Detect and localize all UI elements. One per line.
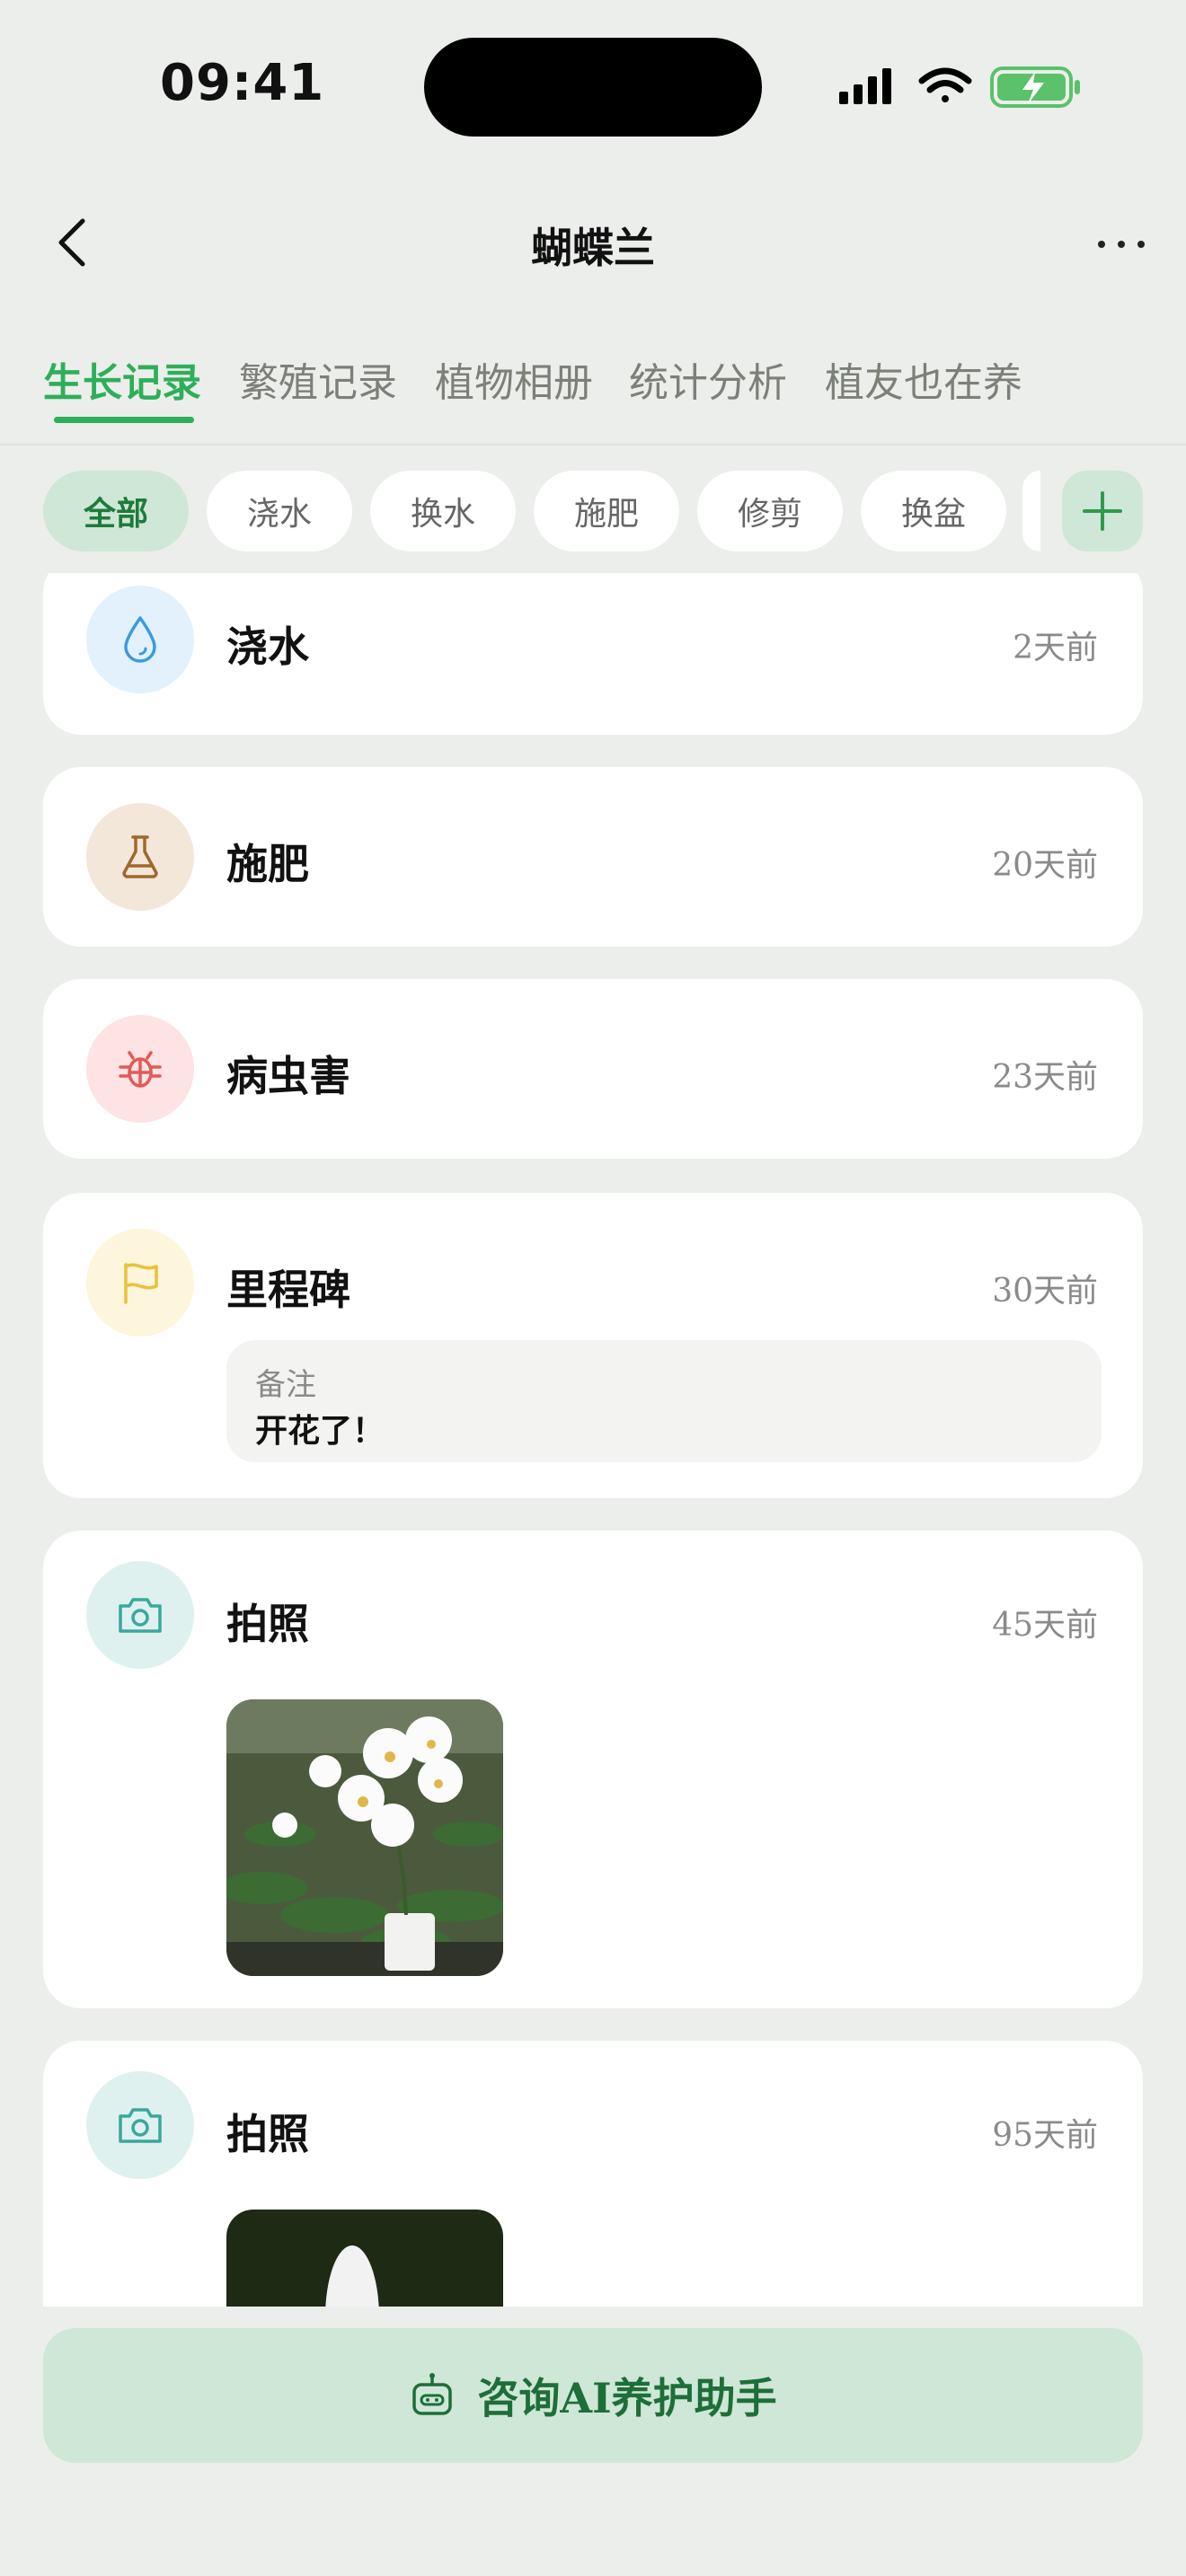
add-record-button[interactable] [1062, 471, 1143, 551]
robot-icon [412, 2373, 453, 2415]
more-dots-icon [1098, 241, 1145, 248]
filter-chip-pruning[interactable]: 修剪 [697, 471, 843, 551]
record-time: 20天前 [992, 847, 1098, 884]
tab-divider [0, 444, 1186, 446]
filter-chip-watering[interactable]: 浇水 [207, 471, 352, 551]
record-time: 30天前 [992, 1273, 1098, 1310]
tab-propagation-records[interactable]: 繁殖记录 [239, 350, 397, 408]
battery-icon [990, 66, 1080, 108]
orchid-photo[interactable] [226, 1699, 503, 1976]
signal-icon [839, 68, 891, 104]
wifi-icon [918, 67, 972, 102]
camera-icon [86, 2071, 194, 2179]
tab-growth-records[interactable]: 生长记录 [43, 350, 201, 408]
record-card-fertilizing[interactable]: 施肥 20天前 [43, 767, 1143, 947]
record-time: 45天前 [992, 1607, 1098, 1644]
record-type: 拍照 [226, 2110, 309, 2158]
status-icons [839, 63, 1082, 110]
tab-plant-album[interactable]: 植物相册 [435, 350, 593, 408]
status-time: 09:41 [160, 54, 325, 112]
plus-icon [1083, 491, 1122, 531]
record-time: 2天前 [1013, 630, 1098, 666]
record-time: 95天前 [992, 2117, 1098, 2154]
camera-icon [86, 1561, 194, 1669]
dynamic-island [424, 38, 762, 137]
record-card-milestone[interactable]: 里程碑 30天前 备注 开花了！ [43, 1193, 1143, 1498]
record-type: 拍照 [226, 1600, 309, 1648]
active-tab-indicator [54, 417, 194, 423]
note-label: 备注 [255, 1367, 316, 1403]
record-type: 浇水 [226, 622, 309, 671]
bug-icon [86, 1015, 194, 1123]
more-button[interactable] [1094, 235, 1148, 253]
water-drop-icon [86, 586, 194, 693]
ai-assistant-button[interactable]: 咨询AI养护助手 [43, 2328, 1143, 2463]
record-card-pests[interactable]: 病虫害 23天前 [43, 979, 1143, 1159]
record-time: 23天前 [992, 1059, 1098, 1096]
record-card-photo[interactable]: 拍照 45天前 [43, 1531, 1143, 2008]
record-list[interactable]: 浇水 2天前 施肥 20天前 病虫害 23天前 里程碑 30天前 备注 开花了！… [0, 573, 1186, 2307]
record-card-watering[interactable]: 浇水 2天前 [43, 573, 1143, 735]
flask-icon [86, 803, 194, 911]
page-title: 蝴蝶兰 [531, 224, 655, 272]
filter-chip-repotting[interactable]: 换盆 [861, 471, 1006, 551]
tab-statistics[interactable]: 统计分析 [629, 350, 787, 408]
orchid-photo[interactable] [226, 2210, 503, 2307]
record-type: 里程碑 [226, 1266, 350, 1314]
filter-chip-water-change[interactable]: 换水 [370, 471, 516, 551]
filter-chip-all[interactable]: 全部 [43, 471, 189, 551]
flag-icon [86, 1229, 194, 1337]
note-text: 开花了！ [255, 1412, 385, 1450]
record-type: 病虫害 [226, 1052, 350, 1100]
record-card-photo[interactable]: 拍照 95天前 [43, 2041, 1143, 2307]
ai-button-label: 咨询AI养护助手 [477, 2374, 777, 2422]
record-note: 备注 开花了！ [226, 1340, 1102, 1462]
filter-chip-overflow [1022, 471, 1040, 551]
tab-fellow-growers[interactable]: 植友也在养 [825, 350, 1022, 408]
record-type: 施肥 [226, 840, 309, 888]
filter-chip-fertilizing[interactable]: 施肥 [534, 471, 679, 551]
